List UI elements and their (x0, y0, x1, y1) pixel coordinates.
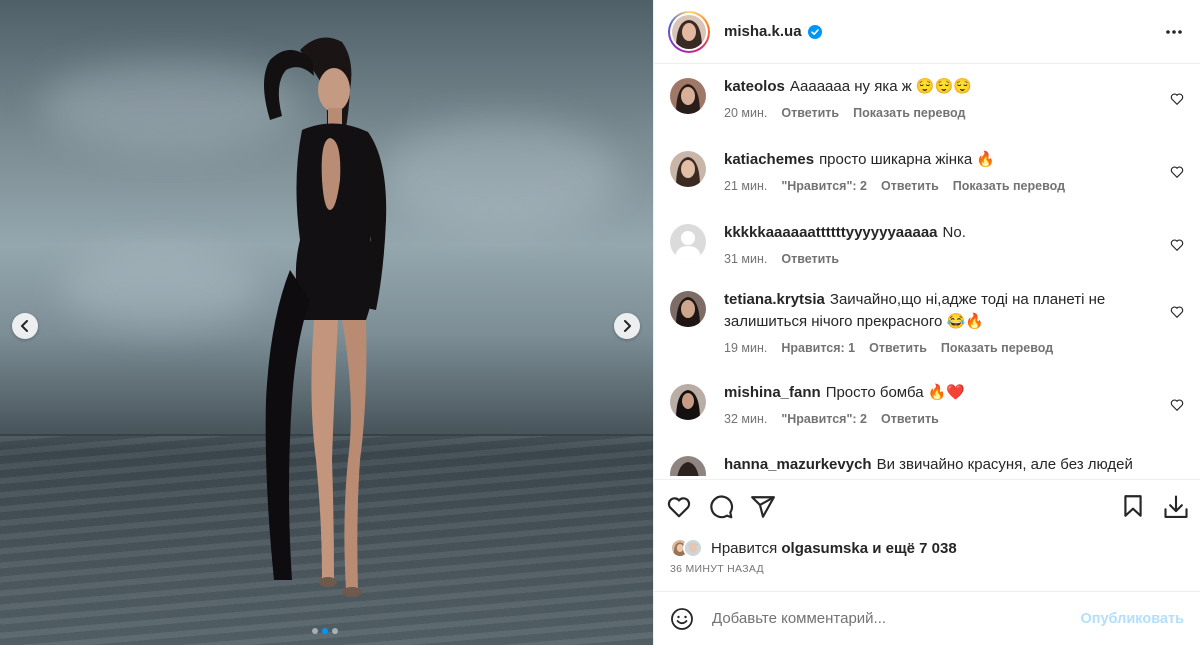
comment-time[interactable]: 31 мин. (724, 252, 767, 266)
comment-item: mishina_fann Просто бомба 🔥❤️ 32 мин. "Нр… (670, 382, 1184, 454)
comment-item: kkkkkaaaaaattttttyyyyyyaaaaa No. 31 мин. … (670, 222, 1184, 289)
comment-username[interactable]: kkkkkaaaaaattttttyyyyyyaaaaa (724, 224, 938, 241)
comment-item: hanna_mazurkevych Ви звичайно красуня, ал… (670, 454, 1184, 476)
reply-button[interactable]: Ответить (781, 106, 839, 120)
comment-username[interactable]: kateolos (724, 78, 785, 95)
likes-summary[interactable]: Нравится olgasumska и ещё 7 038 (654, 533, 1200, 563)
share-icon (751, 495, 775, 518)
post-dialog: misha.k.ua kateolosАаааааа ну яка ж 😌😌😌 (0, 0, 1200, 645)
carousel-next-button[interactable] (614, 313, 640, 339)
comment-avatar[interactable] (670, 78, 706, 114)
comment-time[interactable]: 19 мин. (724, 341, 767, 355)
comment-text: Просто бомба 🔥❤️ (825, 384, 966, 401)
share-button[interactable] (750, 494, 776, 520)
comment-likes-count[interactable]: "Нравится": 2 (781, 412, 867, 426)
carousel-dot-active (322, 628, 328, 634)
comment-time[interactable]: 21 мин. (724, 179, 767, 193)
model-figure (264, 37, 387, 597)
carousel-indicator (312, 628, 338, 634)
comment-avatar[interactable] (670, 151, 706, 187)
chevron-left-icon (21, 320, 28, 332)
comment-text: No. (942, 224, 966, 241)
comment-icon (710, 495, 734, 518)
likes-user[interactable]: olgasumska (781, 540, 868, 557)
comment-item: kateolos Ааааааа ну яка ж 😌😌😌 20 мин. Отв… (670, 76, 1184, 149)
translate-button[interactable]: Показать перевод (853, 106, 965, 120)
comment-avatar[interactable] (670, 456, 706, 476)
comment-likes-count[interactable]: "Нравится": 2 (781, 179, 867, 193)
post-side-panel: misha.k.ua kateolosАаааааа ну яка ж 😌😌😌 (653, 0, 1200, 645)
reply-button[interactable]: Ответить (869, 341, 927, 355)
author-avatar[interactable] (668, 10, 710, 53)
like-button[interactable] (666, 494, 692, 520)
heart-icon[interactable] (1170, 92, 1184, 106)
save-button[interactable] (1120, 493, 1146, 521)
heart-icon[interactable] (1170, 398, 1184, 412)
author-avatar-image (672, 14, 706, 49)
likes-others[interactable]: и ещё 7 038 (872, 540, 956, 557)
comment-likes-count[interactable]: Нравится: 1 (781, 341, 855, 355)
publish-button[interactable]: Опубликовать (1080, 611, 1184, 627)
translate-button[interactable]: Показать перевод (953, 179, 1065, 193)
comment-avatar[interactable] (670, 291, 706, 327)
comment-button[interactable] (708, 494, 734, 520)
heart-icon[interactable] (1170, 165, 1184, 179)
emoji-icon (671, 607, 693, 630)
post-header: misha.k.ua (654, 0, 1200, 64)
heart-icon[interactable] (1170, 238, 1184, 252)
bookmark-icon (1124, 494, 1142, 517)
likes-prefix: Нравится (711, 539, 778, 557)
comments-list[interactable]: kateolos Ааааааа ну яка ж 😌😌😌 20 мин. Отв… (654, 64, 1200, 479)
post-timestamp[interactable]: 36 МИНУТ НАЗАД (654, 563, 1200, 583)
post-photo[interactable] (0, 0, 653, 645)
carousel-dot (312, 628, 318, 634)
carousel-prev-button[interactable] (12, 313, 38, 339)
author-username[interactable]: misha.k.ua (724, 23, 802, 40)
comment-text: просто шикарна жінка 🔥 (819, 151, 996, 168)
comment-avatar-default[interactable] (670, 224, 706, 260)
post-actions-bar (654, 479, 1200, 533)
comment-text: Ви звичайно красуня, але без людей (876, 456, 1133, 473)
comment-time[interactable]: 32 мин. (724, 412, 767, 426)
add-comment-bar: Опубликовать (654, 591, 1200, 645)
comment-username[interactable]: mishina_fann (724, 384, 821, 401)
comment-item: katiachemes просто шикарна жінка 🔥 21 мин… (670, 149, 1184, 222)
carousel-dot (332, 628, 338, 634)
liker-avatars (670, 538, 703, 558)
comment-item: tetiana.krytsia Заичайно,що ні,адже тоді … (670, 289, 1184, 382)
emoji-button[interactable] (670, 607, 694, 631)
heart-icon (667, 496, 691, 517)
comment-username[interactable]: hanna_mazurkevych (724, 456, 872, 473)
reply-button[interactable]: Ответить (881, 412, 939, 426)
comment-input[interactable] (712, 610, 1081, 627)
comment-time[interactable]: 20 мин. (724, 106, 767, 120)
comment-username[interactable]: tetiana.krytsia (724, 291, 825, 308)
reply-button[interactable]: Ответить (881, 179, 939, 193)
liker-avatar (683, 538, 703, 558)
verified-badge-icon (807, 24, 822, 39)
more-icon[interactable] (1164, 22, 1184, 42)
chevron-right-icon (624, 320, 631, 332)
translate-button[interactable]: Показать перевод (941, 341, 1053, 355)
comment-avatar[interactable] (670, 384, 706, 420)
reply-button[interactable]: Ответить (781, 252, 839, 266)
download-button[interactable] (1162, 493, 1190, 521)
download-icon (1164, 494, 1188, 518)
heart-icon[interactable] (1170, 305, 1184, 319)
comment-username[interactable]: katiachemes (724, 151, 814, 168)
comment-text: Ааааааа ну яка ж 😌😌😌 (789, 78, 972, 95)
